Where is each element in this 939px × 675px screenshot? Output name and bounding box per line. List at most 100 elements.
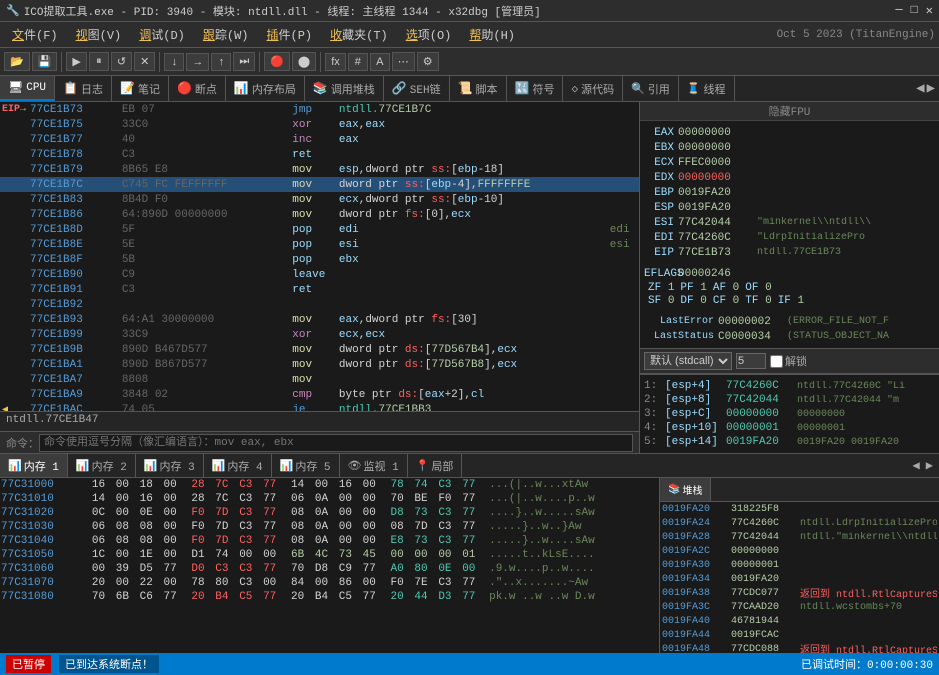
- cmd-input[interactable]: [39, 434, 633, 452]
- stack-entry[interactable]: 0019FA48 77CDC088 返回到 ntdll.RtlCaptureSt…: [660, 642, 939, 653]
- close-button[interactable]: ✕: [926, 3, 933, 18]
- mem-tab-5[interactable]: 📊 内存 5: [272, 454, 340, 477]
- tab-thread[interactable]: 🧵 线程: [679, 76, 735, 101]
- tb-settings[interactable]: ⚙: [417, 52, 439, 71]
- tb-bp[interactable]: 🔴: [264, 52, 290, 71]
- mem-prev[interactable]: ◀: [911, 456, 922, 475]
- mem-row[interactable]: 77C31060 0039D577D0C3C37770D8C977A0800E0…: [0, 562, 659, 576]
- disasm-row[interactable]: 77CE1BA1 890D B867D577 mov dword ptr ds:…: [0, 357, 639, 372]
- tab-cpu[interactable]: 🖥 CPU: [0, 76, 55, 101]
- tb-run[interactable]: ▶: [66, 52, 86, 71]
- disasm-row[interactable]: 77CE1B8E 5E pop esi esi: [0, 237, 639, 252]
- stack-entry[interactable]: 0019FA30 00000001: [660, 558, 939, 572]
- disasm-row[interactable]: 77CE1BA7 8808 mov: [0, 372, 639, 387]
- stack-entry[interactable]: 0019FA28 77C42044 ntdll."minkernel\\ntdl…: [660, 530, 939, 544]
- mem-next[interactable]: ▶: [924, 456, 935, 475]
- tb-step-over[interactable]: →: [186, 53, 209, 71]
- tab-seh[interactable]: 🔗 SEH链: [384, 76, 450, 101]
- tb-fx[interactable]: fx: [325, 53, 346, 71]
- disasm-row[interactable]: 77CE1B75 33C0 xor eax,eax: [0, 117, 639, 132]
- tab-ref[interactable]: 🔍 引用: [623, 76, 679, 101]
- maximize-button[interactable]: □: [911, 3, 918, 18]
- locals-tab[interactable]: 📍 局部: [408, 454, 463, 477]
- disasm-row[interactable]: 77CE1B7C C745 FC FEFFFFFF mov dword ptr …: [0, 177, 639, 192]
- tab-script[interactable]: 📜 脚本: [450, 76, 507, 101]
- mem-row[interactable]: 77C31010 14001600287CC377060A000070BEF07…: [0, 492, 659, 506]
- menu-file[interactable]: 文件(F): [4, 24, 66, 45]
- disasm-row[interactable]: 77CE1B79 8B65 E8 mov esp,dword ptr ss:[e…: [0, 162, 639, 177]
- window-controls[interactable]: ─ □ ✕: [895, 3, 933, 18]
- stack-entry[interactable]: 0019FA40 46781944: [660, 614, 939, 628]
- tb-save[interactable]: 💾: [32, 52, 58, 71]
- tab-symbol[interactable]: 🔣 符号: [507, 76, 564, 101]
- mem-tab-4[interactable]: 📊 内存 4: [204, 454, 272, 477]
- tab-log[interactable]: 📋 日志: [55, 76, 112, 101]
- disasm-row[interactable]: 77CE1B99 33C9 xor ecx,ecx: [0, 327, 639, 342]
- tb-run-to-cursor[interactable]: ⏭: [233, 52, 255, 71]
- minimize-button[interactable]: ─: [895, 3, 902, 18]
- mem-tab-3[interactable]: 📊 内存 3: [136, 454, 204, 477]
- disasm-row[interactable]: EIP→ 77CE1B73 EB 07 jmp ntdll.77CE1B7C: [0, 102, 639, 117]
- menu-help[interactable]: 帮助(H): [461, 24, 523, 45]
- stack-entry[interactable]: 0019FA34 0019FA20: [660, 572, 939, 586]
- memory-dump-panel[interactable]: 77C31000 16001800287CC377140016007874C37…: [0, 478, 659, 653]
- menu-options[interactable]: 选项(O): [398, 24, 460, 45]
- stack-entry[interactable]: 0019FA3C 77CAAD20 ntdll.wcstombs+70: [660, 600, 939, 614]
- tab-src[interactable]: ◇ 源代码: [563, 76, 623, 101]
- tb-step-out[interactable]: ↑: [211, 53, 231, 71]
- mem-row[interactable]: 77C31080 706BC67720B4C57720B4C5772044D37…: [0, 590, 659, 604]
- mem-row[interactable]: 77C31030 06080800F07DC377080A0000087DC37…: [0, 520, 659, 534]
- tb-text[interactable]: A: [370, 53, 390, 71]
- unlock-checkbox[interactable]: [770, 355, 783, 368]
- watch-tab-1[interactable]: 👁 监视 1: [340, 454, 408, 477]
- menu-view[interactable]: 视图(V): [68, 24, 130, 45]
- tab-callstack[interactable]: 📚 调用堆栈: [305, 76, 384, 101]
- tab-next[interactable]: ▶: [927, 80, 935, 97]
- disasm-row[interactable]: 77CE1B93 64:A1 30000000 mov eax,dword pt…: [0, 312, 639, 327]
- disasm-row[interactable]: 77CE1B8F 5B pop ebx: [0, 252, 639, 267]
- tb-pause[interactable]: ⏸: [89, 52, 109, 71]
- stack-tab[interactable]: 📚 堆栈: [660, 478, 711, 501]
- disasm-row[interactable]: 77CE1B86 64:890D 00000000 mov dword ptr …: [0, 207, 639, 222]
- mem-tab-1[interactable]: 📊 内存 1: [0, 454, 68, 477]
- disasm-row[interactable]: 77CE1B92: [0, 297, 639, 312]
- stack-entry[interactable]: 0019FA20 318225F8: [660, 502, 939, 516]
- disasm-row[interactable]: 77CE1B83 8B4D F0 mov ecx,dword ptr ss:[e…: [0, 192, 639, 207]
- stack-content[interactable]: 0019FA20 318225F8 0019FA24 77C4260C ntdl…: [660, 502, 939, 653]
- mem-row[interactable]: 77C31000 16001800287CC377140016007874C37…: [0, 478, 659, 492]
- menu-debug[interactable]: 调试(D): [131, 24, 193, 45]
- tb-hash[interactable]: #: [348, 53, 368, 71]
- mem-row[interactable]: 77C31050 1C001E00D17400006B4C73450000000…: [0, 548, 659, 562]
- disasm-row[interactable]: ◀ 77CE1BAC 74 05 je ntdll.77CE1BB3: [0, 402, 639, 411]
- disasm-area[interactable]: EIP→ 77CE1B73 EB 07 jmp ntdll.77CE1B7C 7…: [0, 102, 639, 411]
- tab-note[interactable]: 📝 笔记: [112, 76, 169, 101]
- tb-more[interactable]: ⋯: [392, 52, 415, 71]
- tab-prev[interactable]: ◀: [916, 80, 924, 97]
- disasm-row[interactable]: 77CE1B78 C3 ret: [0, 147, 639, 162]
- disasm-row[interactable]: 77CE1B8D 5F pop edi edi: [0, 222, 639, 237]
- menu-favorites[interactable]: 收藏夹(T): [322, 24, 396, 45]
- mem-row[interactable]: 77C31070 200022007880C30084008600F07EC37…: [0, 576, 659, 590]
- tab-mem[interactable]: 📊 内存布局: [226, 76, 305, 101]
- menu-plugins[interactable]: 插件(P): [259, 24, 321, 45]
- stack-entry[interactable]: 0019FA38 77CDC077 返回到 ntdll.RtlCaptureSt…: [660, 586, 939, 600]
- disasm-row[interactable]: 77CE1B91 C3 ret: [0, 282, 639, 297]
- stack-entry[interactable]: 0019FA24 77C4260C ntdll.LdrpInitializePr…: [660, 516, 939, 530]
- tab-bp[interactable]: 🔴 断点: [169, 76, 226, 101]
- disasm-row[interactable]: 77CE1BA9 3848 02 cmp byte ptr ds:[eax+2]…: [0, 387, 639, 402]
- disasm-row[interactable]: 77CE1B9B 890D B467D577 mov dword ptr ds:…: [0, 342, 639, 357]
- stack-entry[interactable]: 0019FA44 0019FCAC: [660, 628, 939, 642]
- menu-trace[interactable]: 跟踪(W): [195, 24, 257, 45]
- stack-depth-input[interactable]: [736, 353, 766, 369]
- tb-step-into[interactable]: ↓: [164, 53, 184, 71]
- mem-tab-2[interactable]: 📊 内存 2: [68, 454, 136, 477]
- calling-convention-select[interactable]: 默认 (stdcall): [644, 352, 732, 370]
- tb-open[interactable]: 📂: [4, 52, 30, 71]
- mem-row[interactable]: 77C31040 06080800F07DC377080A0000E873C37…: [0, 534, 659, 548]
- disasm-row[interactable]: 77CE1B90 C9 leave: [0, 267, 639, 282]
- mem-row[interactable]: 77C31020 0C000E00F07DC377080A0000D873C37…: [0, 506, 659, 520]
- disasm-row[interactable]: 77CE1B77 40 inc eax: [0, 132, 639, 147]
- tb-bp-all[interactable]: ⬤: [292, 52, 316, 71]
- stack-entry[interactable]: 0019FA2C 00000000: [660, 544, 939, 558]
- tb-close[interactable]: ✕: [134, 52, 155, 71]
